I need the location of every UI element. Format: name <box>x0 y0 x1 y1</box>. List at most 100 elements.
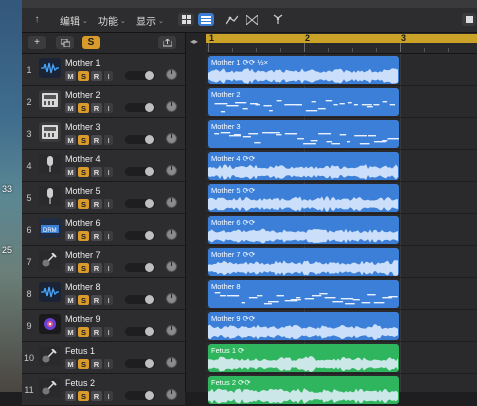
volume-knob[interactable] <box>145 71 154 80</box>
input-monitor-button[interactable]: I <box>104 103 113 113</box>
back-arrow-icon[interactable]: ↑ <box>30 12 44 27</box>
mute-button[interactable]: M <box>65 327 76 337</box>
region[interactable]: Mother 6 ⟳⟳ <box>208 216 399 244</box>
record-enable-button[interactable]: R <box>91 327 102 337</box>
region[interactable]: Mother 1 ⟳⟳ ½× <box>208 56 399 84</box>
record-enable-button[interactable]: R <box>91 135 102 145</box>
record-enable-button[interactable]: R <box>91 391 102 401</box>
record-enable-button[interactable]: R <box>91 359 102 369</box>
automation-icon[interactable] <box>224 12 240 27</box>
volume-slider[interactable] <box>125 231 155 240</box>
track-header[interactable]: 8 Mother 8 MSRI <box>22 278 185 310</box>
track-lane[interactable]: Mother 2 <box>206 86 477 118</box>
menu-view[interactable]: 显示 ⌄ <box>136 13 164 28</box>
pan-knob[interactable] <box>166 261 177 272</box>
mute-button[interactable]: M <box>65 71 76 81</box>
region[interactable]: Mother 2 <box>208 88 399 116</box>
solo-button[interactable]: S <box>78 199 89 209</box>
volume-slider[interactable] <box>125 263 155 272</box>
flex-time-icon[interactable] <box>244 12 260 27</box>
pan-knob[interactable] <box>166 229 177 240</box>
track-header[interactable]: 4 Mother 4 MSRI <box>22 150 185 182</box>
track-header[interactable]: 1 Mother 1 MSRI <box>22 54 185 86</box>
pan-knob[interactable] <box>166 69 177 80</box>
track-name[interactable]: Mother 8 <box>65 282 101 292</box>
solo-button[interactable]: S <box>78 167 89 177</box>
volume-knob[interactable] <box>145 199 154 208</box>
mute-button[interactable]: M <box>65 199 76 209</box>
region[interactable]: Mother 3 <box>208 120 399 148</box>
volume-knob[interactable] <box>145 359 154 368</box>
solo-button[interactable]: S <box>78 263 89 273</box>
volume-slider[interactable] <box>125 167 155 176</box>
solo-button[interactable]: S <box>78 71 89 81</box>
volume-slider[interactable] <box>125 199 155 208</box>
volume-knob[interactable] <box>145 167 154 176</box>
track-header[interactable]: 7 Mother 7 MSRI <box>22 246 185 278</box>
volume-knob[interactable] <box>145 391 154 400</box>
track-name[interactable]: Fetus 1 <box>65 346 95 356</box>
record-enable-button[interactable]: R <box>91 167 102 177</box>
track-header[interactable]: 2 Mother 2 MSRI <box>22 86 185 118</box>
track-lane[interactable]: Mother 8 <box>206 278 477 310</box>
track-header[interactable]: 10 Fetus 1 MSRI <box>22 342 185 374</box>
solo-button[interactable]: S <box>78 103 89 113</box>
mute-button[interactable]: M <box>65 103 76 113</box>
track-header[interactable]: 9Mother 9MSRI▪▪▪ <box>22 310 185 342</box>
solo-button[interactable]: S <box>78 359 89 369</box>
volume-slider[interactable] <box>125 103 155 112</box>
input-monitor-button[interactable]: I <box>104 71 113 81</box>
volume-knob[interactable] <box>145 103 154 112</box>
mute-button[interactable]: M <box>65 359 76 369</box>
region[interactable]: Mother 4 ⟳⟳ <box>208 152 399 180</box>
track-name[interactable]: Mother 1 <box>65 58 101 68</box>
input-monitor-button[interactable]: I <box>104 263 113 273</box>
menu-functions[interactable]: 功能 ⌄ <box>98 13 126 28</box>
mute-button[interactable]: M <box>65 391 76 401</box>
track-lane[interactable]: Mother 6 ⟳⟳ <box>206 214 477 246</box>
collapse-arrows-icon[interactable]: ◂▸ <box>190 37 198 46</box>
input-monitor-button[interactable]: I <box>104 135 113 145</box>
track-lane[interactable]: Mother 1 ⟳⟳ ½× <box>206 54 477 86</box>
track-name[interactable]: Mother 4 <box>65 154 101 164</box>
track-name[interactable]: Mother 5 <box>65 186 101 196</box>
volume-knob[interactable] <box>145 135 154 144</box>
input-monitor-button[interactable]: I <box>104 359 113 369</box>
region[interactable]: Mother 8 <box>208 280 399 308</box>
pan-knob[interactable] <box>166 357 177 368</box>
volume-slider[interactable] <box>125 295 155 304</box>
volume-slider[interactable] <box>125 391 155 400</box>
mute-button[interactable]: M <box>65 263 76 273</box>
track-lane[interactable]: Fetus 1 ⟳ <box>206 342 477 374</box>
volume-knob[interactable] <box>145 263 154 272</box>
record-enable-button[interactable]: R <box>91 231 102 241</box>
input-monitor-button[interactable]: I <box>104 295 113 305</box>
volume-knob[interactable] <box>145 295 154 304</box>
volume-slider[interactable] <box>125 327 155 336</box>
track-name[interactable]: Mother 7 <box>65 250 101 260</box>
track-header[interactable]: 11 Fetus 2 MSRI <box>22 374 185 406</box>
pan-knob[interactable] <box>166 101 177 112</box>
input-monitor-button[interactable]: I <box>104 391 113 401</box>
record-enable-button[interactable]: R <box>91 295 102 305</box>
region[interactable]: Fetus 2 ⟳⟳ <box>208 376 399 404</box>
track-name[interactable]: Mother 3 <box>65 122 101 132</box>
mute-button[interactable]: M <box>65 167 76 177</box>
input-monitor-button[interactable]: I <box>104 167 113 177</box>
library-button[interactable] <box>462 13 476 26</box>
track-name[interactable]: Mother 9 <box>65 314 101 324</box>
record-enable-button[interactable]: R <box>91 263 102 273</box>
pan-knob[interactable] <box>166 165 177 176</box>
track-lane[interactable]: Mother 4 ⟳⟳ <box>206 150 477 182</box>
track-header[interactable]: 6 DRM Mother 6 MSRI <box>22 214 185 246</box>
duplicate-track-button[interactable] <box>56 36 74 49</box>
solo-mode-button[interactable]: S <box>82 36 100 49</box>
solo-button[interactable]: S <box>78 295 89 305</box>
track-header[interactable]: 5 Mother 5 MSRI <box>22 182 185 214</box>
global-tracks-button[interactable] <box>158 36 176 49</box>
solo-button[interactable]: S <box>78 135 89 145</box>
pan-knob[interactable] <box>166 197 177 208</box>
track-name[interactable]: Mother 6 <box>65 218 101 228</box>
input-monitor-button[interactable]: I <box>104 327 113 337</box>
region[interactable]: Mother 5 ⟳⟳ <box>208 184 399 212</box>
